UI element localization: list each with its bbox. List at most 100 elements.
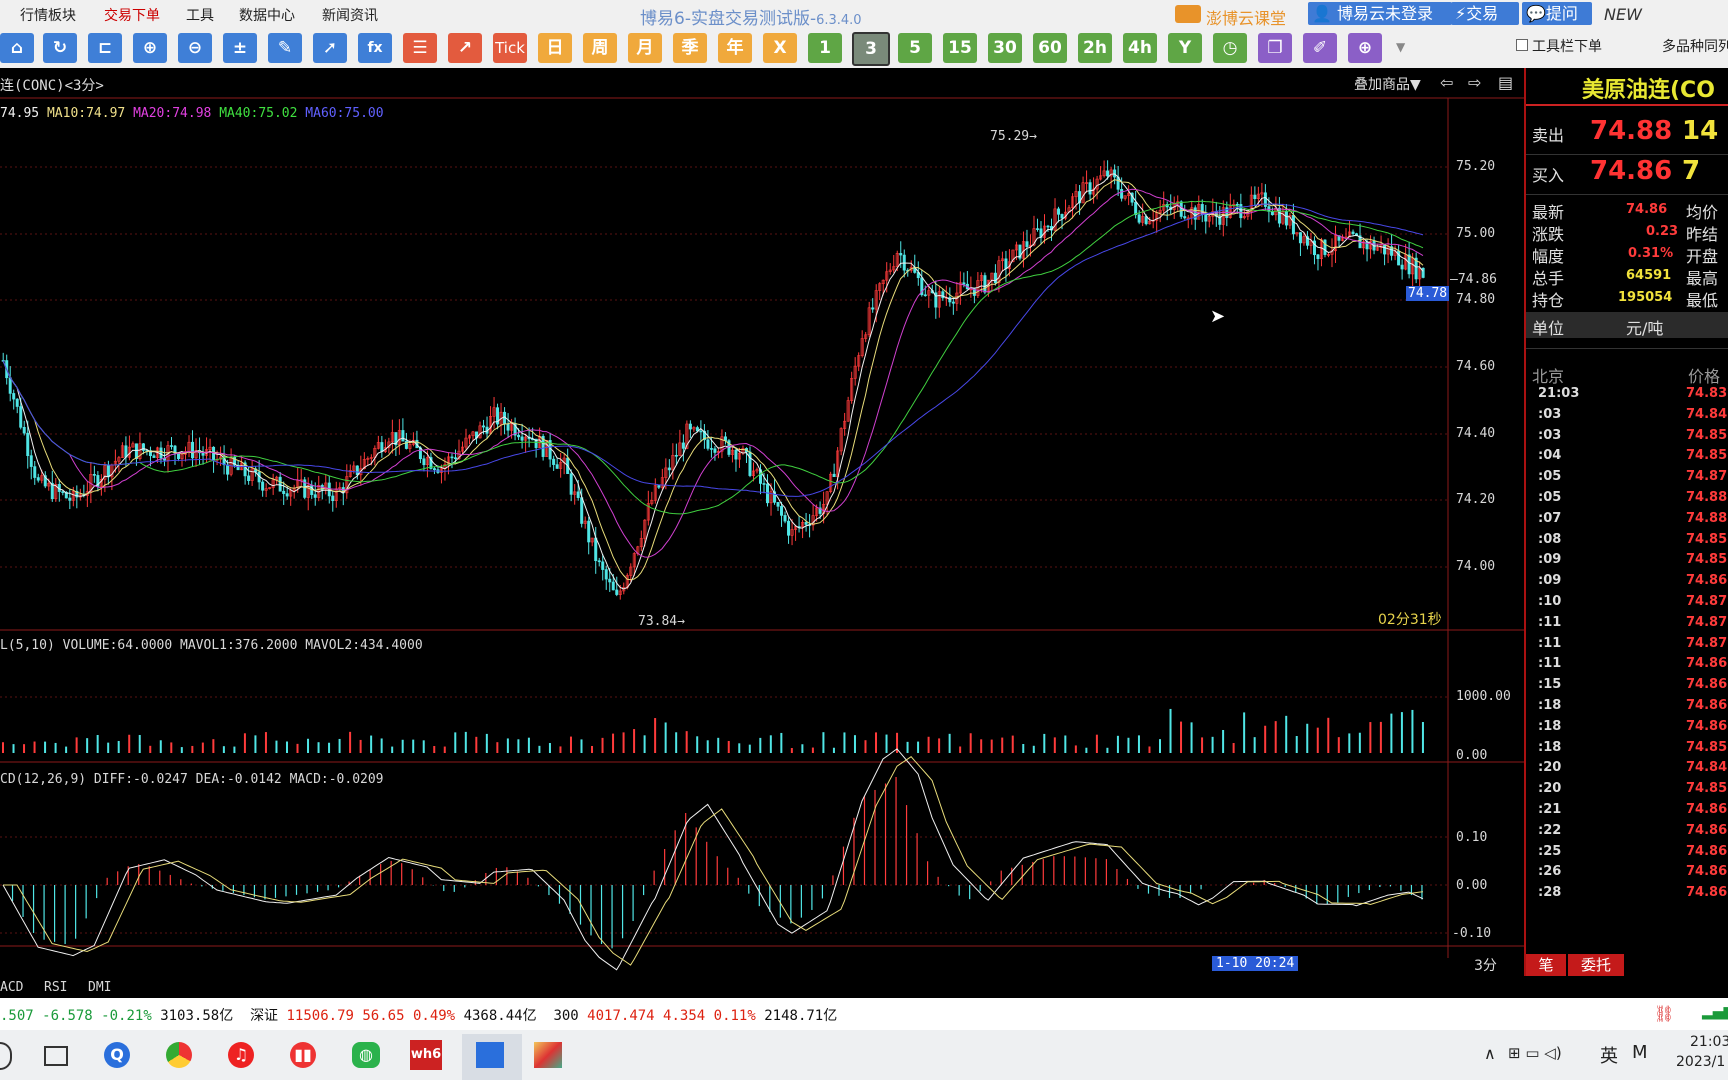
task-view-icon[interactable] [44, 1046, 68, 1066]
volume-bar [391, 746, 394, 753]
tab-orders[interactable]: 委托 [1568, 954, 1624, 976]
home-icon[interactable]: ⌂ [0, 33, 34, 63]
fx-icon[interactable]: fx [358, 33, 392, 63]
app-title: 博易6-实盘交易测试版-6.3.4.0 [640, 9, 862, 29]
zoom-out-icon[interactable]: ⊖ [178, 33, 212, 63]
period-day-button[interactable]: 日 [538, 33, 572, 63]
low-marker: 73.84→ [638, 614, 685, 629]
ime-language[interactable]: 英 [1600, 1042, 1618, 1068]
price-tick: 74.40 [1456, 426, 1496, 441]
clock-icon[interactable]: ◷ [1213, 33, 1247, 63]
wechat-icon[interactable]: ◍ [352, 1042, 380, 1068]
chart-canvas[interactable] [0, 68, 1524, 978]
add-icon[interactable]: ⊕ [1348, 33, 1382, 63]
period-5-button[interactable]: 5 [898, 33, 932, 63]
pen-icon[interactable]: ✎ [268, 33, 302, 63]
layout-icon[interactable]: ▤ [1498, 73, 1513, 92]
dropdown-icon[interactable]: ▼ [1396, 40, 1405, 54]
candle-body [983, 275, 987, 293]
browser-q-icon[interactable]: Q [104, 1042, 130, 1068]
crop-icon[interactable]: ⊏ [88, 33, 122, 63]
macd-tick: -0.10 [1452, 926, 1492, 941]
period-2h-button[interactable]: 2h [1078, 33, 1112, 63]
volume-bar [980, 739, 983, 753]
period-15-button[interactable]: 15 [943, 33, 977, 63]
clock-time[interactable]: 21:03 [1690, 1034, 1728, 1050]
menu-trade-order[interactable]: 交易下单 [104, 5, 160, 25]
link-icon[interactable]: ⛓ [1654, 1004, 1674, 1023]
sell-price[interactable]: 74.88 [1590, 116, 1672, 146]
candle-body [401, 430, 405, 442]
tab-rsi[interactable]: RSI [44, 980, 67, 995]
paint-app-icon[interactable] [534, 1042, 562, 1068]
audio-app-icon[interactable]: ▮▮ [290, 1042, 316, 1068]
classroom-link[interactable]: 澎博云课堂 [1206, 5, 1286, 29]
period-month-button[interactable]: 月 [628, 33, 662, 63]
candle-body [68, 497, 72, 501]
ask-button[interactable]: 💬提问 [1522, 2, 1592, 25]
candle-body [12, 393, 16, 400]
period-x-button[interactable]: X [763, 33, 797, 63]
candle-body [580, 497, 584, 524]
period-60-button[interactable]: 60 [1033, 33, 1067, 63]
tab-trades[interactable]: 笔 [1526, 954, 1566, 976]
volume-tick: 0.00 [1456, 748, 1488, 763]
wh6-icon[interactable]: wh6 [410, 1040, 442, 1070]
tab-macd[interactable]: ACD [0, 980, 23, 995]
multi-contract-label[interactable]: 多品种同列 [1662, 36, 1728, 56]
period-week-button[interactable]: 周 [583, 33, 617, 63]
list-icon[interactable]: ☰ [403, 33, 437, 63]
menu-news[interactable]: 新闻资讯 [322, 5, 378, 25]
volume-bar [612, 733, 615, 753]
edit-icon[interactable]: ✐ [1303, 33, 1337, 63]
chart-icon[interactable]: ↗ [448, 33, 482, 63]
volume-bar [117, 740, 120, 753]
candle-body [723, 436, 727, 441]
clock-date[interactable]: 2023/1 [1676, 1054, 1728, 1070]
period-30-button[interactable]: 30 [988, 33, 1022, 63]
candle-body [517, 434, 521, 438]
boyi-app-icon[interactable] [476, 1042, 504, 1068]
period-year-button[interactable]: 年 [718, 33, 752, 63]
tray-icons[interactable]: ⊞ ▭ ◁) [1508, 1044, 1562, 1062]
candle-body [36, 477, 40, 481]
period-y-button[interactable]: Y [1168, 33, 1202, 63]
refresh-icon[interactable]: ↻ [43, 33, 77, 63]
arrow-right-icon[interactable]: ⇨ [1468, 73, 1481, 92]
new-badge[interactable]: NEW [1604, 5, 1642, 24]
tray-chevron-icon[interactable]: ∧ [1484, 1044, 1496, 1063]
login-button[interactable]: 👤 博易云未登录 [1308, 2, 1452, 25]
volume-bar [1064, 735, 1067, 753]
period-season-button[interactable]: 季 [673, 33, 707, 63]
volume-bar [1232, 743, 1235, 753]
tick-button[interactable]: Tick [493, 33, 527, 63]
chrome-icon[interactable] [166, 1042, 192, 1068]
candle-body [576, 491, 580, 498]
netease-music-icon[interactable]: ♫ [228, 1042, 254, 1068]
arrow-left-icon[interactable]: ⇦ [1440, 73, 1453, 92]
zoom-in-icon[interactable]: ⊕ [133, 33, 167, 63]
candle-body [871, 307, 875, 310]
ime-mode[interactable]: M [1632, 1042, 1648, 1063]
divider [1526, 194, 1728, 195]
tab-dmi[interactable]: DMI [88, 980, 111, 995]
menu-market[interactable]: 行情板块 [20, 5, 76, 25]
menu-tools[interactable]: 工具 [186, 5, 214, 25]
search-icon[interactable] [0, 1042, 12, 1070]
trade-button[interactable]: ⚡交易 [1451, 2, 1519, 25]
period-4h-button[interactable]: 4h [1123, 33, 1157, 63]
overlay-dropdown[interactable]: 叠加商品▼ [1354, 74, 1421, 94]
tick-time: :09 [1538, 552, 1562, 568]
period-3-button[interactable]: 3 [852, 32, 890, 66]
period-1-button[interactable]: 1 [808, 33, 842, 63]
menu-data-center[interactable]: 数据中心 [239, 5, 295, 25]
draw-icon[interactable]: ➚ [313, 33, 347, 63]
volume-bar [243, 733, 246, 753]
window-icon[interactable]: ❐ [1258, 33, 1292, 63]
buy-price[interactable]: 74.86 [1590, 156, 1672, 186]
candle-body [404, 440, 408, 449]
volume-bar [1411, 709, 1414, 753]
toolbar-order-checkbox[interactable] [1516, 39, 1528, 51]
formula-icon[interactable]: ± [223, 33, 257, 63]
volume-bar [811, 747, 814, 753]
